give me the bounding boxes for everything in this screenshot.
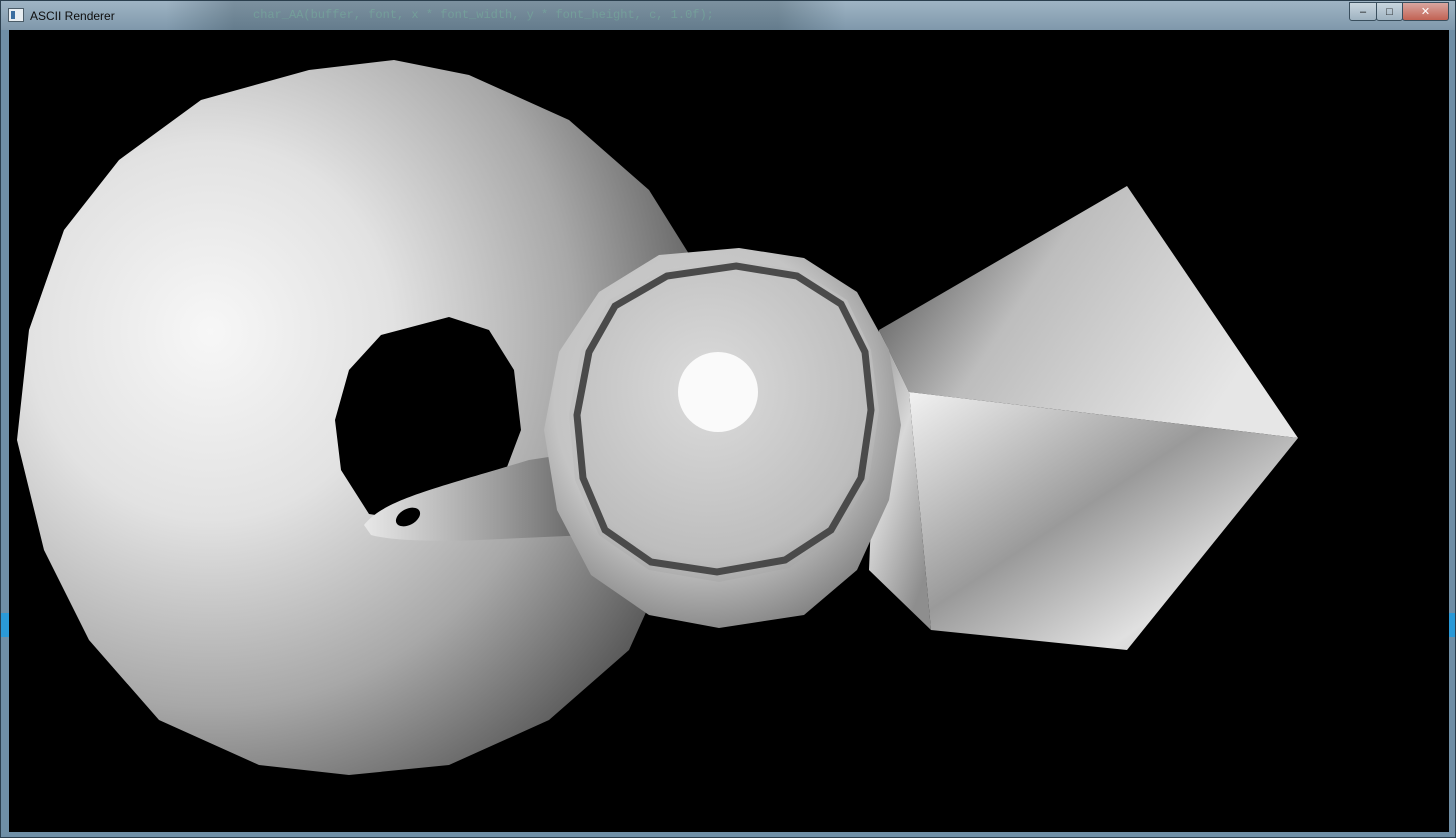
minimize-icon: – [1359,5,1367,18]
close-icon: ✕ [1420,6,1431,18]
cube-object [869,186,1298,650]
teapot-object [544,248,901,628]
background-window-edge [1,613,9,637]
close-button[interactable]: ✕ [1402,2,1449,21]
app-window-icon[interactable] [8,8,24,22]
render-viewport[interactable] [9,30,1449,832]
app-window: char_AA(buffer, font, x * font_width, y … [0,0,1456,838]
maximize-button[interactable]: □ [1376,2,1403,21]
background-code-line: char_AA(buffer, font, x * font_width, y … [253,8,714,22]
maximize-icon: □ [1386,5,1393,18]
rendered-scene [17,60,1298,775]
title-bar[interactable]: char_AA(buffer, font, x * font_width, y … [1,1,1455,30]
window-title: ASCII Renderer [30,9,115,23]
minimize-button[interactable]: – [1349,2,1377,21]
